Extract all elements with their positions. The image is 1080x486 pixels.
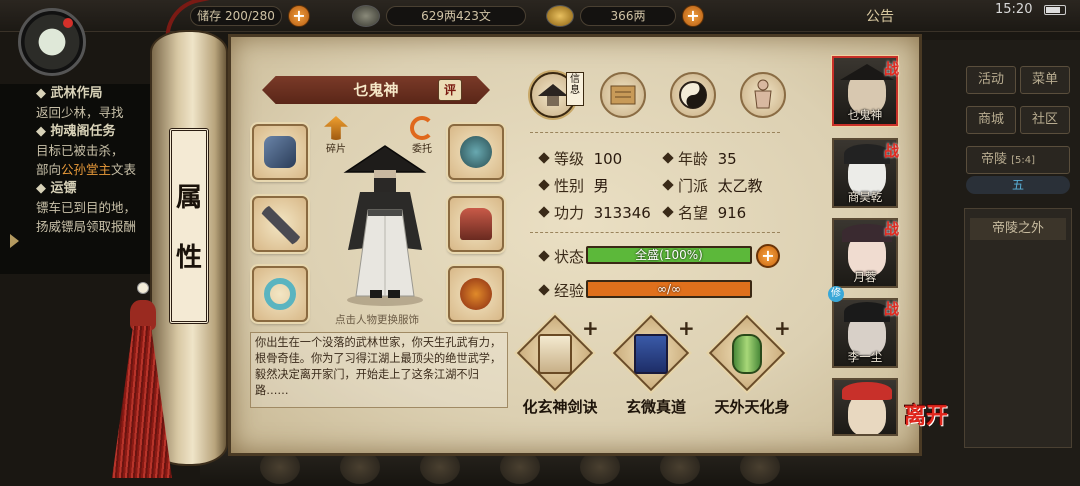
diamond-icon: [538, 284, 550, 296]
diamond-icon: [662, 152, 674, 164]
skill-add-button[interactable]: +: [774, 316, 791, 340]
battle-badge: 战: [884, 142, 900, 160]
diamond-icon: [662, 206, 674, 218]
stat-power: 功力 313346: [538, 202, 651, 223]
attribute-tab-label: 属 性: [169, 128, 209, 324]
top-bar: 储存 200/280 + 629两423文 366两 + 公告 15:20: [0, 0, 1080, 32]
location-item[interactable]: 帝陵之外: [970, 218, 1066, 240]
quest-bullet-icon: ◆: [36, 181, 51, 196]
quest-bullet-icon: ◆: [36, 86, 51, 101]
book-icon: [538, 334, 572, 374]
change-outfit-hint: 点击人物更换服饰: [335, 314, 419, 326]
exp-bar-text: ∞/∞: [656, 282, 682, 296]
scroll-icon: [610, 85, 636, 105]
silver-ingot-icon: [546, 5, 574, 27]
exp-label: 经验: [538, 280, 584, 301]
battle-badge: 战: [884, 60, 900, 78]
diamond-icon: [538, 206, 550, 218]
status-bar-text: 全盛(100%): [635, 248, 703, 262]
map-tab[interactable]: 五: [966, 176, 1070, 194]
book-icon: [634, 334, 668, 374]
tassel-knot: [130, 300, 156, 330]
restore-status-button[interactable]: +: [756, 244, 780, 268]
community-button[interactable]: 社区: [1020, 106, 1070, 134]
copper-amount: 629两423文: [386, 6, 526, 26]
minimap-marker-icon: [63, 18, 73, 28]
equip-slot-helmet[interactable]: [448, 124, 504, 180]
yin-yang-icon: [679, 81, 707, 109]
equip-slot-gloves[interactable]: [252, 124, 308, 180]
skill-add-button[interactable]: +: [678, 316, 695, 340]
minimap[interactable]: [18, 8, 86, 76]
armor-icon: [460, 208, 492, 240]
equip-slot-weapon[interactable]: [252, 196, 308, 252]
map-location[interactable]: 帝陵 [5:4]: [966, 146, 1070, 174]
leave-button[interactable]: 离开: [904, 404, 948, 428]
bag-count: 200/280: [224, 9, 275, 23]
lion-hat-icon: [842, 382, 892, 400]
helmet-icon: [460, 136, 492, 168]
diamond-icon: [538, 250, 550, 262]
menu-button[interactable]: 菜单: [1020, 66, 1070, 94]
equip-slot-ring[interactable]: [252, 266, 308, 322]
skill-name: 玄微真道: [625, 398, 686, 416]
quest-bullet-icon: ◆: [36, 124, 51, 139]
stat-age: 年龄 35: [662, 148, 737, 169]
battery-icon: [1044, 5, 1066, 15]
stat-gender: 性别 男: [538, 175, 609, 196]
character-avatar[interactable]: [330, 140, 440, 306]
scroll-icon: [732, 334, 762, 374]
cultivate-badge: 修: [828, 286, 844, 302]
divider: [530, 232, 780, 233]
stat-fame: 名望 916: [662, 202, 746, 223]
diamond-icon: [538, 152, 550, 164]
copper-coin-icon: [352, 5, 380, 27]
equip-slot-armor[interactable]: [448, 196, 504, 252]
party-member-5[interactable]: [832, 378, 898, 436]
battle-badge: 战: [884, 220, 900, 238]
ring-icon: [264, 278, 296, 310]
accessory-icon: [460, 278, 492, 310]
diamond-icon: [538, 179, 550, 191]
title-char: 性: [175, 243, 202, 273]
body-icon: [754, 79, 772, 109]
equip-slot-accessory[interactable]: [448, 266, 504, 322]
silver-add-button[interactable]: +: [682, 5, 704, 27]
silver-amount: 366两: [580, 6, 676, 26]
status-bar: 全盛(100%): [586, 246, 752, 264]
skill-name: 化玄神剑诀: [522, 398, 598, 416]
arrow-up-icon: [324, 116, 348, 140]
divider: [530, 132, 780, 133]
bag-add-button[interactable]: +: [288, 5, 310, 27]
tab-meridian[interactable]: [740, 72, 786, 118]
stat-level: 等级 100: [538, 148, 622, 169]
battle-badge: 战: [884, 300, 900, 318]
announcement-button[interactable]: 公告: [866, 6, 894, 26]
exp-bar: ∞/∞: [586, 280, 752, 298]
status-label: 状态: [538, 246, 584, 267]
tab-bagua[interactable]: [670, 72, 716, 118]
refresh-icon: [410, 116, 434, 140]
diamond-icon: [662, 179, 674, 191]
tab-info-tag: 信息: [566, 72, 584, 106]
tassel-bead: [137, 282, 149, 294]
evaluate-button[interactable]: 评: [438, 79, 462, 101]
gloves-icon: [264, 136, 296, 168]
expand-arrow-icon[interactable]: [10, 234, 19, 248]
character-bio: 你出生在一个没落的武林世家，你天生孔武有力，根骨奇佳。你为了习得江湖上最顶尖的绝…: [250, 332, 508, 408]
mall-button[interactable]: 商城: [966, 106, 1016, 134]
skill-name: 天外天化身: [714, 398, 790, 416]
weapon-icon: [260, 204, 302, 246]
skill-add-button[interactable]: +: [582, 316, 599, 340]
tab-scroll[interactable]: [600, 72, 646, 118]
title-char: 属: [175, 183, 202, 213]
location-list: [964, 208, 1072, 448]
activity-button[interactable]: 活动: [966, 66, 1016, 94]
stat-sect: 门派 太乙教: [662, 175, 763, 196]
clock: 15:20: [995, 2, 1033, 17]
